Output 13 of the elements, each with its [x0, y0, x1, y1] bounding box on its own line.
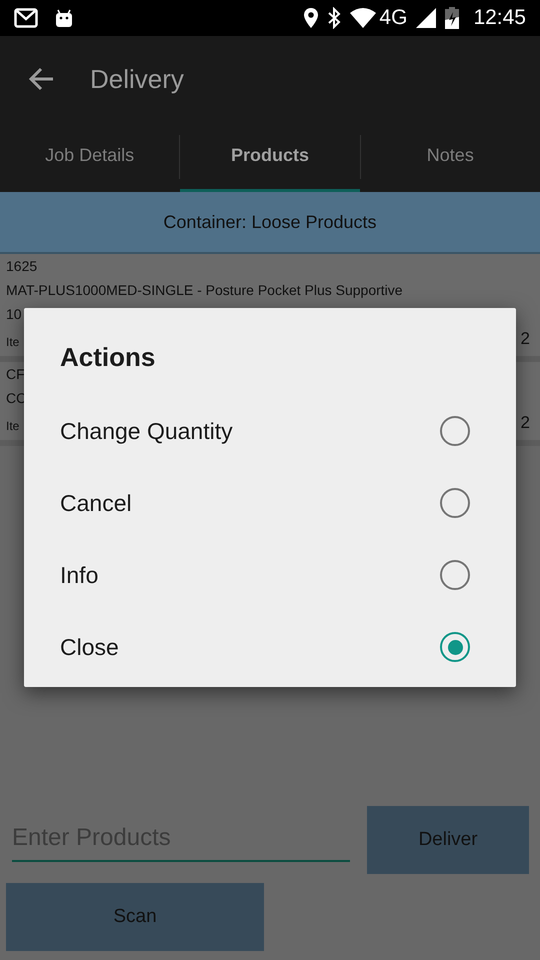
container-header: Container: Loose Products: [0, 192, 540, 254]
quantity-value: 2: [520, 329, 530, 350]
product-text: 10: [6, 306, 23, 322]
item-label: Ite: [6, 419, 20, 434]
network-type-label: 4G: [379, 5, 408, 32]
product-text: 1625: [6, 258, 38, 275]
product-text: MAT-PLUS1000MED-SINGLE - Posture Pocket Plus Supportive: [6, 282, 404, 299]
clock-time: 12:45: [473, 5, 526, 32]
dialog-title: Actions: [60, 341, 156, 374]
product-text: CF: [6, 366, 26, 383]
item-label: Ite: [6, 335, 20, 350]
quantity-value: 2: [520, 413, 530, 434]
screen-title: Delivery: [90, 62, 184, 96]
